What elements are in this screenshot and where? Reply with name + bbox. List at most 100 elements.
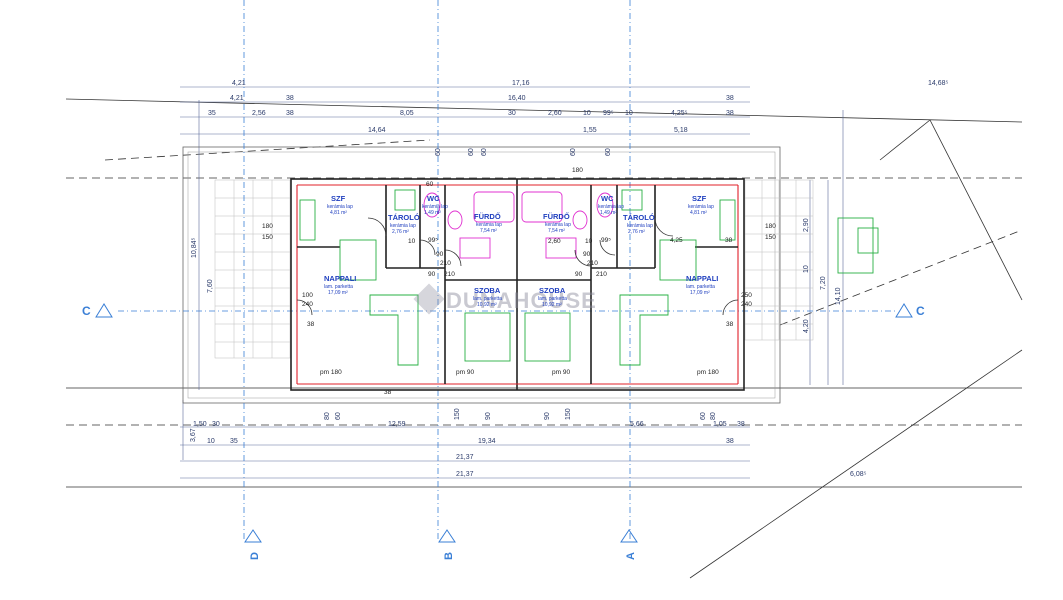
room-wc-right: WC kerámia lap 1,49 m² — [598, 194, 624, 216]
dim-text: 2,60 — [548, 238, 561, 245]
dim-text: 5,18 — [674, 127, 688, 134]
dim-text: 150 — [565, 408, 572, 420]
dim-text: 90 — [544, 412, 551, 420]
section-marker-c-left: C — [82, 303, 113, 318]
dim-text: 60 — [700, 412, 707, 420]
room-area: 17,09 m² — [690, 290, 710, 296]
dim-text: 180 — [572, 167, 583, 174]
dim-text: 10 — [583, 110, 591, 117]
dim-text: 180 — [765, 223, 776, 230]
room-furdo-left: FÜRDŐ kerámia lap 7,54 m² — [474, 212, 502, 234]
dim-text: 12,59 — [388, 421, 406, 428]
window-label: pm 180 — [320, 369, 342, 376]
dim-text: 38 — [726, 438, 734, 445]
dim-text: 38 — [286, 95, 294, 102]
dim-text: 10 — [408, 238, 416, 245]
room-area: 10,92 m² — [477, 302, 497, 308]
floor-plan: DUNAHOUSE 4,21 17,16 14,68⁵ 4,21 38 16,4… — [65, 0, 1023, 579]
dim-text: 38 — [737, 421, 745, 428]
dim-text: 30 — [508, 110, 516, 117]
dim-text: 2,60 — [548, 110, 562, 117]
dim-text: 100 — [302, 292, 313, 299]
dim-text: 4,20 — [803, 319, 810, 333]
dim-text: 3,67 — [190, 428, 197, 442]
dim-text: 8,05 — [400, 110, 414, 117]
top-dimension-labels: 4,21 17,16 14,68⁵ 4,21 38 16,40 38 35 2,… — [208, 80, 949, 156]
dim-text: 38 — [384, 389, 392, 396]
dim-text: 2,56 — [252, 110, 266, 117]
axis-letter: D — [249, 552, 261, 560]
axis-letter: B — [443, 552, 455, 560]
dim-text: 80 — [324, 412, 331, 420]
dim-text: 60 — [481, 148, 488, 156]
dim-text: 38 — [726, 110, 734, 117]
room-name: SZF — [692, 194, 707, 203]
dim-text: 30 — [212, 421, 220, 428]
room-name: SZF — [331, 194, 346, 203]
room-name: SZOBA — [539, 286, 566, 295]
room-name: FÜRDŐ — [474, 212, 501, 221]
dim-text: 4,25 — [670, 237, 683, 244]
dim-text: 250 — [741, 292, 752, 299]
dim-text: 60 — [570, 148, 577, 156]
room-area: 4,81 m² — [330, 210, 347, 216]
dim-text: 21,37 — [456, 471, 474, 478]
dim-text: 38 — [307, 321, 315, 328]
dim-text: 90 — [485, 412, 492, 420]
room-area: 2,76 m² — [628, 229, 645, 235]
room-tarolo-left: TÁROLÓ kerámia lap 2,76 m² — [388, 213, 420, 235]
room-area: 4,81 m² — [690, 210, 707, 216]
dim-text: 60 — [435, 148, 442, 156]
dim-text: 38 — [726, 321, 734, 328]
room-area: 7,54 m² — [480, 228, 497, 234]
window-label: pm 90 — [552, 369, 570, 376]
dim-text: 2,90 — [803, 218, 810, 232]
dim-text: 35 — [208, 110, 216, 117]
dim-text: 4,25⁵ — [671, 110, 688, 117]
section-marker-c-right: C — [895, 303, 925, 318]
dim-text: 7,20 — [820, 276, 827, 290]
dim-text: 38 — [286, 110, 294, 117]
dim-text: 6,08⁵ — [850, 471, 867, 478]
room-szf-right: SZF kerámia lap 4,81 m² — [688, 194, 714, 216]
dim-text: 90 — [575, 271, 583, 278]
room-nappali-right: NAPPALI lam. parketta 17,09 m² — [686, 274, 718, 296]
dim-text: 240 — [302, 301, 313, 308]
room-area: 7,54 m² — [548, 228, 565, 234]
dim-text: 1,05 — [713, 421, 727, 428]
section-letter: C — [82, 304, 91, 318]
room-nappali-left: NAPPALI lam. parketta 17,09 m² — [324, 274, 356, 296]
room-name: SZOBA — [474, 286, 501, 295]
room-area: 17,09 m² — [328, 290, 348, 296]
dim-text: 10,84⁵ — [191, 237, 198, 258]
dim-text: 10 — [207, 438, 215, 445]
dim-text: 4,21 — [232, 80, 246, 87]
dim-text: 99⁵ — [603, 110, 614, 117]
dim-text: 99⁵ — [601, 237, 611, 244]
dim-text: 90 — [428, 271, 436, 278]
room-area: 1,49 m² — [424, 210, 441, 216]
dim-text: 35 — [230, 438, 238, 445]
site-lines — [65, 98, 1023, 579]
dim-text: 60 — [605, 148, 612, 156]
dim-text: 21,37 — [456, 454, 474, 461]
dim-text: 210 — [587, 260, 598, 267]
dim-text: 210 — [440, 260, 451, 267]
dim-text: 16,40 — [508, 95, 526, 102]
dim-text: 14,64 — [368, 127, 386, 134]
room-name: TÁROLÓ — [623, 213, 655, 222]
dim-text: 10 — [625, 110, 633, 117]
room-name: WC — [427, 194, 440, 203]
dim-text: 14,68⁵ — [928, 80, 949, 87]
dim-text: 150 — [765, 234, 776, 241]
dim-text: 7,60 — [207, 279, 214, 293]
dim-text: 60 — [335, 412, 342, 420]
dim-text: 150 — [262, 234, 273, 241]
window-label: pm 180 — [697, 369, 719, 376]
terrace-right — [744, 179, 814, 341]
room-tarolo-right: TÁROLÓ kerámia lap 2,76 m² — [623, 213, 655, 235]
room-name: FÜRDŐ — [543, 212, 570, 221]
axis-marker-a: A — [620, 529, 638, 560]
dim-text: 4,21 — [230, 95, 244, 102]
terrace-left — [214, 179, 291, 359]
